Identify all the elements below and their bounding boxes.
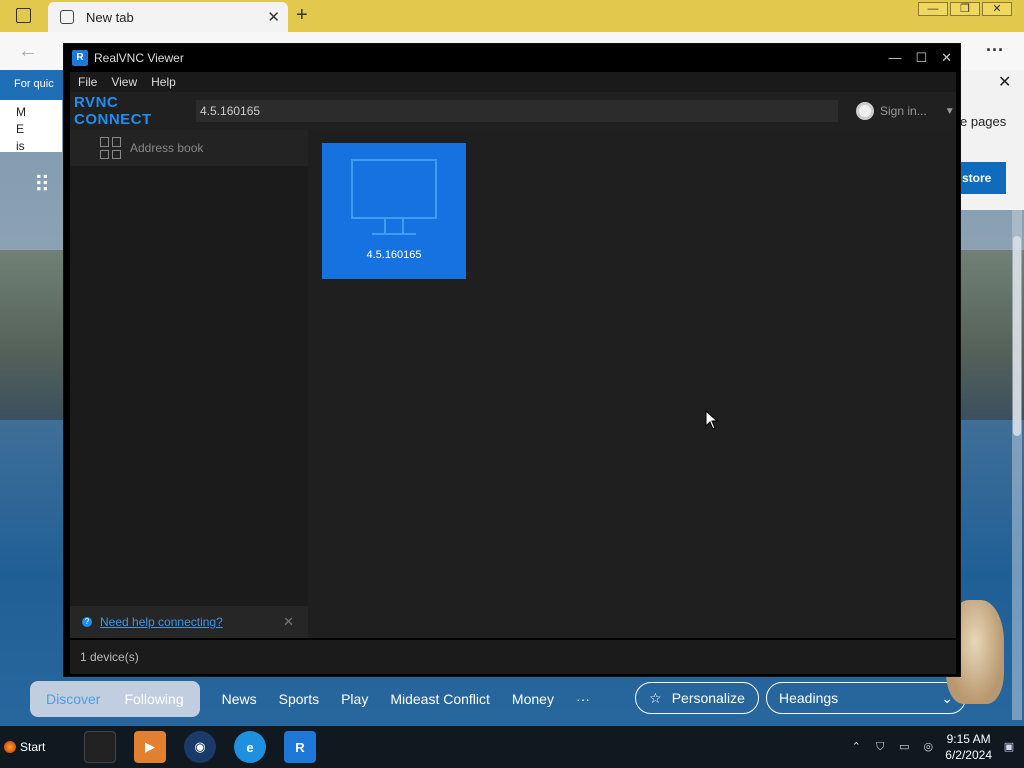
- page-scrollbar-thumb[interactable]: [1013, 236, 1021, 436]
- window-title: RealVNC Viewer: [94, 51, 184, 65]
- rvnc-connect-logo: RVNC CONNECT: [74, 94, 152, 128]
- vnc-address-input[interactable]: [196, 100, 838, 122]
- start-orb-icon: [4, 741, 16, 753]
- news-link-play[interactable]: Play: [341, 691, 368, 707]
- caret-down-icon: ▼: [944, 105, 955, 117]
- popup-close-icon[interactable]: ✕: [998, 72, 1011, 92]
- menu-file[interactable]: File: [78, 75, 97, 89]
- security-icon[interactable]: ◎: [921, 740, 935, 754]
- need-help-link[interactable]: Need help connecting?: [100, 615, 223, 629]
- system-tray: ⌃ ⛉ ▭ ◎ 9:15 AM 6/2/2024 ▣: [849, 726, 1024, 768]
- close-window-button[interactable]: ✕: [982, 2, 1012, 16]
- realvnc-taskbar-icon[interactable]: R: [284, 731, 316, 763]
- network-icon[interactable]: ▭: [897, 740, 911, 754]
- notification-icon[interactable]: ▣: [1002, 740, 1016, 754]
- new-tab-page-icon: [60, 10, 74, 24]
- taskbar: Start ▶ ◉ e R ⌃ ⛉ ▭ ◎ 9:15 AM 6/2/2024 ▣: [0, 726, 1024, 768]
- sidebar-item-address-book[interactable]: Address book: [70, 130, 308, 166]
- quick-links-text: For quic: [14, 78, 54, 90]
- restore-window-button[interactable]: ❐: [950, 2, 980, 16]
- news-feed-bar: Discover Following News Sports Play Mide…: [30, 678, 1024, 720]
- vnc-menu-bar: File View Help: [70, 72, 956, 92]
- vnc-minimize-button[interactable]: —: [888, 50, 901, 66]
- realvnc-app-icon: R: [72, 50, 88, 66]
- vnc-titlebar[interactable]: R RealVNC Viewer — ☐ ✕: [64, 44, 960, 72]
- feed-toggle: Discover Following: [30, 681, 200, 717]
- chevron-up-icon[interactable]: ⌃: [849, 740, 863, 754]
- pill-discover[interactable]: Discover: [34, 685, 112, 713]
- vnc-maximize-button[interactable]: ☐: [915, 50, 927, 66]
- help-bar: ? Need help connecting? ✕: [70, 606, 308, 638]
- restore-button[interactable]: store: [956, 162, 1006, 194]
- help-icon: ?: [82, 617, 92, 627]
- news-link-sports[interactable]: Sports: [279, 691, 319, 707]
- tab-close-icon[interactable]: ✕: [267, 8, 280, 26]
- clock-time: 9:15 AM: [946, 732, 991, 746]
- minimize-button[interactable]: —: [918, 2, 948, 16]
- news-link-mideast[interactable]: Mideast Conflict: [390, 691, 490, 707]
- headings-label: Headings: [779, 690, 839, 706]
- browser-tab-new-tab[interactable]: New tab ✕: [48, 2, 288, 32]
- personalize-label: Personalize: [671, 690, 745, 706]
- device-count: 1 device(s): [80, 650, 139, 664]
- terminal-app-icon[interactable]: [84, 731, 116, 763]
- help-close-icon[interactable]: ✕: [283, 614, 294, 630]
- panel-line: E: [16, 122, 25, 136]
- apps-grid-icon[interactable]: ⠿: [34, 172, 50, 198]
- panel-line: M: [16, 105, 26, 119]
- sign-in-button[interactable]: Sign in... ▼: [856, 102, 955, 120]
- device-tile[interactable]: 4.5.160165: [322, 143, 466, 279]
- mouse-cursor-icon: [705, 410, 719, 430]
- sidebar-item-label: Address book: [130, 141, 204, 155]
- monitor-icon: [351, 159, 437, 219]
- grid-icon: [100, 137, 122, 159]
- sign-in-label: Sign in...: [880, 104, 927, 118]
- more-options-button[interactable]: ···: [986, 40, 1004, 61]
- menu-view[interactable]: View: [111, 75, 137, 89]
- news-link-money[interactable]: Money: [512, 691, 554, 707]
- start-button[interactable]: Start: [4, 740, 66, 754]
- back-button[interactable]: ←: [18, 40, 38, 63]
- globe-browser-icon[interactable]: ◉: [184, 731, 216, 763]
- vnc-status-bar: 1 device(s): [70, 640, 956, 674]
- edge-browser-icon[interactable]: e: [234, 731, 266, 763]
- vnc-toolbar: RVNC CONNECT Sign in... ▼: [70, 92, 956, 130]
- sparkle-icon: ☆: [649, 689, 662, 706]
- device-label: 4.5.160165: [366, 249, 422, 261]
- taskbar-clock[interactable]: 9:15 AM 6/2/2024: [945, 731, 992, 763]
- news-link-news[interactable]: News: [222, 691, 257, 707]
- vnc-sidebar: Address book: [70, 130, 308, 638]
- vnc-device-area: 4.5.160165: [308, 130, 956, 638]
- monitor-base: [372, 233, 416, 235]
- pill-following[interactable]: Following: [112, 685, 195, 713]
- vnc-close-button[interactable]: ✕: [941, 50, 952, 66]
- start-label: Start: [20, 740, 46, 754]
- vnc-window-controls: — ☐ ✕: [888, 50, 952, 66]
- user-avatar-icon: [856, 102, 874, 120]
- tab-actions-icon[interactable]: [16, 8, 31, 23]
- media-player-icon[interactable]: ▶: [134, 731, 166, 763]
- new-tab-button[interactable]: +: [296, 4, 308, 27]
- menu-help[interactable]: Help: [151, 75, 176, 89]
- tab-label: New tab: [86, 9, 134, 25]
- personalize-button[interactable]: ☆ Personalize: [635, 682, 759, 714]
- headings-select[interactable]: Headings ⌄: [766, 682, 966, 714]
- browser-window-controls: — ❐ ✕: [918, 2, 1012, 16]
- monitor-stand: [384, 219, 404, 233]
- panel-line: is: [16, 139, 25, 153]
- shield-icon[interactable]: ⛉: [873, 740, 887, 754]
- realvnc-viewer-window: R RealVNC Viewer — ☐ ✕ File View Help RV…: [63, 43, 961, 677]
- clock-date: 6/2/2024: [945, 748, 992, 762]
- news-more-icon[interactable]: ···: [576, 691, 590, 707]
- left-text-panel: M E is: [0, 100, 62, 153]
- popup-text: e pages: [960, 114, 1007, 129]
